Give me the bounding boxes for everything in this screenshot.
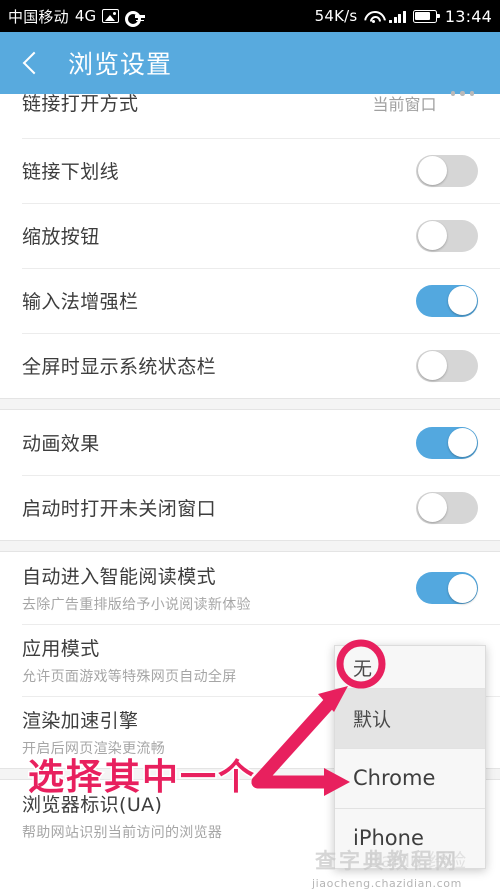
section-divider [0,398,500,410]
row-texts: 输入法增强栏 [22,287,416,314]
toggle-smart-reading[interactable] [416,572,478,604]
page-title: 浏览设置 [68,50,173,79]
toggle-link-underline[interactable] [416,154,478,187]
clock-label: 13:44 [444,6,492,26]
section-divider [0,540,500,552]
setting-row-animation[interactable]: 动画效果 [0,410,500,475]
setting-row-link-underline[interactable]: 链接下划线 [0,138,500,203]
picture-icon [102,9,120,23]
setting-title: 动画效果 [22,433,100,455]
status-bar-right: 54K/s 13:44 [315,7,492,26]
dropdown-item-chrome[interactable]: Chrome [335,748,485,808]
setting-subtitle: 去除广告重排版给予小说阅读新体验 [22,597,251,613]
carrier-label: 中国移动 [8,7,69,26]
setting-title: 缩放按钮 [22,226,100,248]
row-texts: 链接下划线 [22,157,416,184]
toggle-animation[interactable] [416,426,478,459]
row-texts: 链接打开方式 [22,93,372,116]
setting-value: 当前窗口 [372,95,437,114]
dropdown-item-iphone[interactable]: iPhone [335,808,485,868]
toggle-ime-bar[interactable] [416,284,478,317]
setting-row-fullscreen-statusbar[interactable]: 全屏时显示系统状态栏 [0,333,500,398]
setting-title: 启动时打开未关闭窗口 [22,498,217,520]
annotation-text: 选择其中一个 [26,756,257,800]
setting-row-link-open-mode[interactable]: 链接打开方式 当前窗口 [0,91,500,138]
setting-title: 链接打开方式 [22,93,139,115]
status-bar: 中国移动 4G 54K/s 13:44 [0,0,500,32]
dropdown-item-default[interactable]: 默认 [335,688,485,748]
settings-group-1: 链接打开方式 当前窗口 链接下划线 缩放按钮 输入法增强栏 全屏时显示系统状态栏 [0,91,500,398]
key-icon [125,10,146,27]
network-type-label: 4G [74,7,97,25]
settings-group-2: 动画效果 启动时打开未关闭窗口 [0,410,500,540]
row-texts: 启动时打开未关闭窗口 [22,494,416,521]
dropdown-item-none[interactable]: 无 [335,646,485,688]
setting-title: 全屏时显示系统状态栏 [22,356,217,378]
signal-icon [389,10,406,23]
row-texts: 全屏时显示系统状态栏 [22,352,416,379]
row-texts: 动画效果 [22,429,416,456]
setting-row-zoom-button[interactable]: 缩放按钮 [0,203,500,268]
network-speed-label: 54K/s [314,7,358,25]
status-bar-left: 中国移动 4G [8,6,146,27]
setting-row-restore-windows[interactable]: 启动时打开未关闭窗口 [0,475,500,540]
row-texts: 自动进入智能阅读模式 去除广告重排版给予小说阅读新体验 [22,562,416,614]
setting-title: 链接下划线 [22,161,120,183]
back-chevron-icon[interactable] [22,51,46,75]
setting-row-ime-bar[interactable]: 输入法增强栏 [0,268,500,333]
wifi-icon [364,10,382,23]
app-header: 浏览设置 [0,32,500,94]
row-texts: 缩放按钮 [22,222,416,249]
setting-row-smart-reading[interactable]: 自动进入智能阅读模式 去除广告重排版给予小说阅读新体验 [0,552,500,624]
battery-icon [412,9,440,23]
ua-options-dropdown[interactable]: 无 默认 Chrome iPhone [334,645,486,869]
setting-title: 自动进入智能阅读模式 [22,566,217,588]
watermark-url: jiaocheng.chazidian.com [312,877,462,890]
setting-title: 输入法增强栏 [22,291,139,313]
toggle-fullscreen-statusbar[interactable] [416,349,478,382]
toggle-zoom-button[interactable] [416,219,478,252]
more-dots-icon[interactable] [450,91,479,96]
toggle-restore-windows[interactable] [416,491,478,524]
